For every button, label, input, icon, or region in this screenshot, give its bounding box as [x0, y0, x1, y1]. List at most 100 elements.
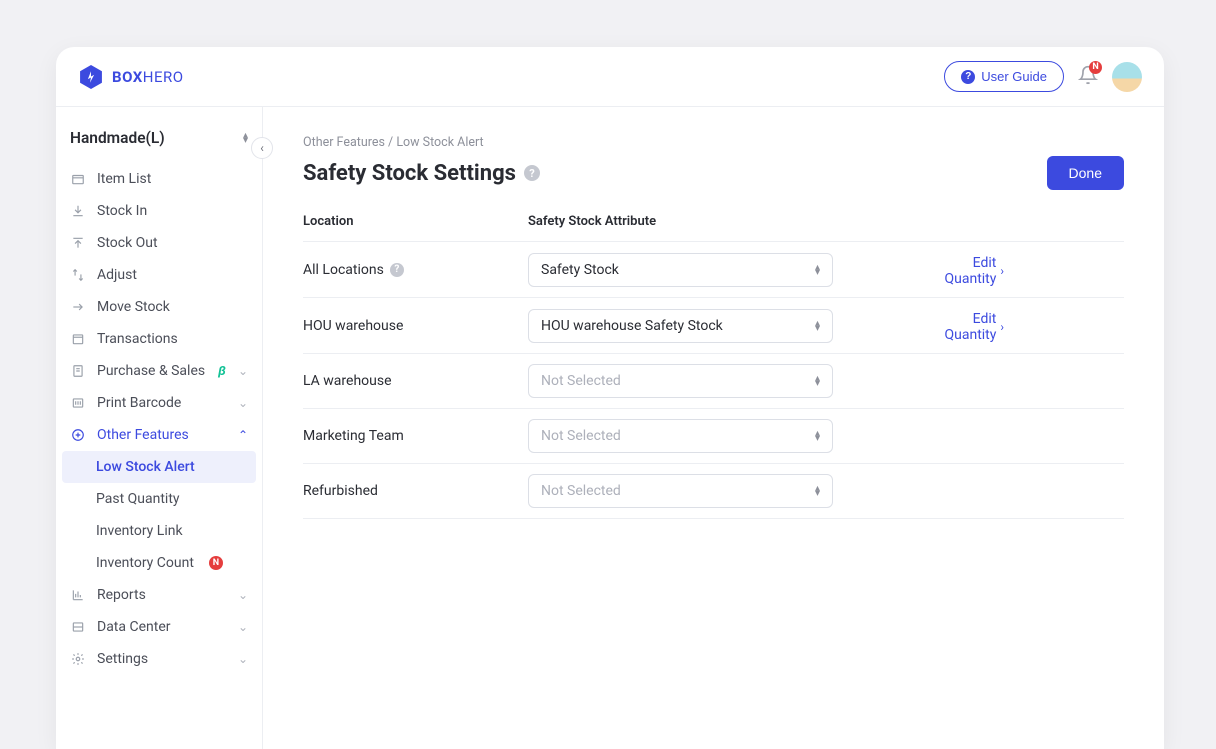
- sidebar-subitem-label: Inventory Link: [96, 523, 183, 539]
- sort-icon: ▴▾: [815, 431, 820, 441]
- col-location-header: Location: [303, 214, 528, 229]
- location-label: LA warehouse: [303, 373, 528, 389]
- sidebar-item-move-stock[interactable]: Move Stock: [56, 291, 262, 323]
- table-row: Marketing Team Not Selected ▴▾: [303, 409, 1124, 464]
- download-icon: [70, 204, 86, 218]
- calendar-icon: [70, 332, 86, 346]
- database-icon: [70, 620, 86, 634]
- sidebar-item-label: Adjust: [97, 267, 137, 283]
- select-value: Not Selected: [541, 483, 621, 499]
- safety-stock-select[interactable]: Safety Stock ▴▾: [528, 253, 833, 287]
- body: ‹ Handmade(L) ▴▾ Item List Stock In Stoc…: [56, 107, 1164, 749]
- sort-icon: ▴▾: [815, 321, 820, 331]
- chevron-down-icon: ⌄: [238, 396, 248, 410]
- done-button[interactable]: Done: [1047, 156, 1124, 190]
- notification-badge: N: [1089, 61, 1102, 74]
- edit-quantity-link[interactable]: Edit Quantity›: [924, 255, 1124, 287]
- sidebar-item-label: Item List: [97, 171, 151, 187]
- sidebar-collapse-button[interactable]: ‹: [251, 137, 273, 159]
- location-text: LA warehouse: [303, 373, 392, 389]
- location-text: All Locations: [303, 262, 384, 278]
- adjust-icon: [70, 268, 86, 282]
- sort-icon: ▴▾: [815, 265, 820, 275]
- edit-quantity-link[interactable]: Edit Quantity›: [924, 311, 1124, 343]
- sidebar-item-item-list[interactable]: Item List: [56, 163, 262, 195]
- table-row: LA warehouse Not Selected▴▾: [303, 354, 1124, 409]
- sidebar-subitem-low-stock-alert[interactable]: Low Stock Alert: [62, 451, 256, 483]
- safety-stock-select[interactable]: Not Selected ▴▾: [528, 474, 833, 508]
- sidebar-item-label: Data Center: [97, 619, 171, 635]
- sidebar-item-print-barcode[interactable]: Print Barcode ⌄: [56, 387, 262, 419]
- safety-stock-select[interactable]: HOU warehouse Safety Stock ▴▾: [528, 309, 833, 343]
- sidebar-item-stock-out[interactable]: Stock Out: [56, 227, 262, 259]
- sidebar-item-settings[interactable]: Settings ⌄: [56, 643, 262, 675]
- sidebar-subitem-label: Inventory Count: [96, 555, 194, 571]
- location-text: Marketing Team: [303, 428, 404, 444]
- document-icon: [70, 364, 86, 378]
- sidebar-item-label: Stock In: [97, 203, 147, 219]
- select-value: Safety Stock: [541, 262, 619, 278]
- upload-icon: [70, 236, 86, 250]
- location-text: HOU warehouse: [303, 318, 403, 334]
- sidebar-item-label: Stock Out: [97, 235, 158, 251]
- box-icon: [70, 172, 86, 186]
- chart-icon: [70, 588, 86, 602]
- chevron-down-icon: ⌄: [238, 588, 248, 602]
- avatar[interactable]: [1112, 62, 1142, 92]
- chevron-right-icon: ›: [1000, 320, 1004, 334]
- sidebar-item-label: Move Stock: [97, 299, 170, 315]
- breadcrumb-part[interactable]: Other Features: [303, 135, 385, 150]
- chevron-down-icon: ⌄: [238, 364, 248, 378]
- chevron-up-icon: ⌃: [238, 428, 248, 442]
- breadcrumb-part[interactable]: Low Stock Alert: [396, 135, 483, 150]
- sidebar-subitem-past-quantity[interactable]: Past Quantity: [56, 483, 262, 515]
- team-selector[interactable]: Handmade(L) ▴▾: [56, 123, 262, 163]
- help-icon[interactable]: ?: [390, 263, 404, 277]
- sidebar-item-label: Print Barcode: [97, 395, 181, 411]
- logo-text: BOXHERO: [112, 68, 184, 86]
- sidebar-subitem-label: Low Stock Alert: [96, 459, 195, 475]
- title-row: Safety Stock Settings ? Done: [303, 156, 1124, 190]
- chevron-right-icon: ›: [1000, 264, 1004, 278]
- safety-stock-select[interactable]: Not Selected ▴▾: [528, 419, 833, 453]
- sidebar-item-purchase-sales[interactable]: Purchase & Sales β ⌄: [56, 355, 262, 387]
- barcode-icon: [70, 396, 86, 410]
- sort-icon: ▴▾: [815, 376, 820, 386]
- location-label: All Locations?: [303, 262, 528, 278]
- table-row: Refurbished Not Selected ▴▾: [303, 464, 1124, 519]
- sidebar-item-transactions[interactable]: Transactions: [56, 323, 262, 355]
- notifications-button[interactable]: N: [1078, 65, 1098, 89]
- location-label: HOU warehouse: [303, 318, 528, 334]
- help-icon[interactable]: ?: [524, 165, 540, 181]
- col-attribute-header: Safety Stock Attribute: [528, 214, 924, 229]
- sidebar-item-reports[interactable]: Reports ⌄: [56, 579, 262, 611]
- sidebar-item-label: Reports: [97, 587, 146, 603]
- select-value: HOU warehouse Safety Stock: [541, 318, 723, 334]
- location-label: Marketing Team: [303, 428, 528, 444]
- sort-icon: ▴▾: [243, 133, 248, 143]
- sidebar-item-adjust[interactable]: Adjust: [56, 259, 262, 291]
- sidebar-item-data-center[interactable]: Data Center ⌄: [56, 611, 262, 643]
- sidebar-item-stock-in[interactable]: Stock In: [56, 195, 262, 227]
- location-label: Refurbished: [303, 483, 528, 499]
- settings-table: Location Safety Stock Attribute All Loca…: [303, 214, 1124, 519]
- table-header: Location Safety Stock Attribute: [303, 214, 1124, 242]
- sidebar-subitem-inventory-link[interactable]: Inventory Link: [56, 515, 262, 547]
- sidebar-item-label: Settings: [97, 651, 148, 667]
- logo[interactable]: BOXHERO: [78, 64, 184, 90]
- app-window: BOXHERO ? User Guide N ‹ Handmade(L): [56, 47, 1164, 749]
- sidebar-item-other-features[interactable]: Other Features ⌃: [56, 419, 262, 451]
- sidebar-subnav: Low Stock Alert Past Quantity Inventory …: [56, 451, 262, 579]
- main-content: Other Features / Low Stock Alert Safety …: [263, 107, 1164, 749]
- sidebar: ‹ Handmade(L) ▴▾ Item List Stock In Stoc…: [56, 107, 263, 749]
- safety-stock-select[interactable]: Not Selected▴▾: [528, 364, 833, 398]
- page-title: Safety Stock Settings ?: [303, 161, 540, 186]
- gear-icon: [70, 652, 86, 666]
- col-action-header: [924, 214, 1124, 229]
- select-value: Not Selected: [541, 428, 621, 444]
- chevron-down-icon: ⌄: [238, 620, 248, 634]
- sidebar-subitem-inventory-count[interactable]: Inventory Count N: [56, 547, 262, 579]
- sort-icon: ▴▾: [815, 486, 820, 496]
- team-name: Handmade(L): [70, 129, 165, 147]
- user-guide-button[interactable]: ? User Guide: [944, 61, 1064, 92]
